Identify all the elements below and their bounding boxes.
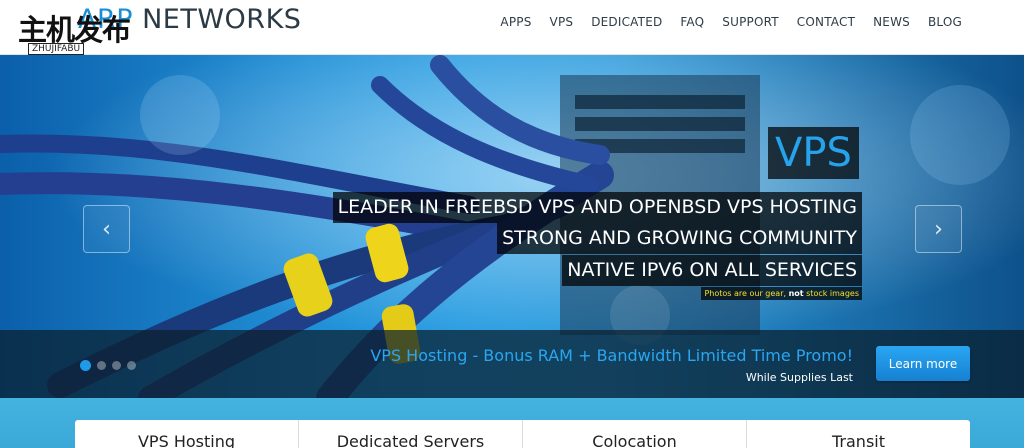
hero-slider: ‹ › VPS LEADER IN FREEBSD VPS AND OPENBS… — [0, 55, 1024, 398]
slider-pagination — [80, 360, 136, 371]
slide-line-2: STRONG AND GROWING COMMUNITY — [497, 223, 862, 254]
chevron-left-icon: ‹ — [102, 216, 111, 242]
nav-apps[interactable]: APPS — [500, 15, 531, 29]
nav-news[interactable]: NEWS — [873, 15, 910, 29]
main-nav: APPS VPS DEDICATED FAQ SUPPORT CONTACT N… — [482, 0, 962, 44]
nav-support[interactable]: SUPPORT — [722, 15, 779, 29]
slide-title: VPS — [768, 127, 859, 179]
nav-dedicated[interactable]: DEDICATED — [591, 15, 662, 29]
logo-text: NETWORKS — [142, 4, 302, 35]
tab-dedicated-servers[interactable]: Dedicated Servers — [299, 420, 523, 448]
slider-next-button[interactable]: › — [915, 205, 962, 253]
slide-line-1: LEADER IN FREEBSD VPS AND OPENBSD VPS HO… — [332, 192, 862, 223]
tab-colocation[interactable]: Colocation — [523, 420, 747, 448]
slide-photo-note: Photos are our gear, not stock images — [701, 287, 862, 300]
slider-dot-2[interactable] — [97, 361, 106, 370]
promo-subtitle: While Supplies Last — [745, 371, 853, 384]
nav-faq[interactable]: FAQ — [680, 15, 704, 29]
services-strip: VPS Hosting Dedicated Servers Colocation… — [0, 398, 1024, 448]
promo-bar: VPS Hosting - Bonus RAM + Bandwidth Limi… — [0, 330, 1024, 398]
note-text-post: stock images — [803, 289, 859, 298]
watermark-chinese: 主机发布 — [18, 13, 131, 47]
note-text-bold: not — [788, 289, 804, 298]
slider-dot-1[interactable] — [80, 360, 91, 371]
nav-blog[interactable]: BLOG — [928, 15, 962, 29]
slider-dot-3[interactable] — [112, 361, 121, 370]
slider-dot-4[interactable] — [127, 361, 136, 370]
slide-line-3: NATIVE IPV6 ON ALL SERVICES — [562, 255, 862, 286]
promo-title-link[interactable]: VPS Hosting - Bonus RAM + Bandwidth Limi… — [370, 346, 853, 365]
chevron-right-icon: › — [934, 216, 943, 242]
nav-contact[interactable]: CONTACT — [797, 15, 855, 29]
learn-more-button[interactable]: Learn more — [876, 346, 970, 381]
nav-vps[interactable]: VPS — [550, 15, 574, 29]
watermark-latin: ZHUJIFABU — [28, 43, 85, 55]
slider-prev-button[interactable]: ‹ — [83, 205, 130, 253]
service-tabs: VPS Hosting Dedicated Servers Colocation… — [75, 420, 970, 448]
watermark-logo: 主机发布 ZHUJIFABU — [18, 14, 142, 56]
note-text-pre: Photos are our gear, — [704, 289, 789, 298]
tab-transit[interactable]: Transit — [747, 420, 970, 448]
site-header: ARP NETWORKS 主机发布 ZHUJIFABU APPS VPS DED… — [0, 0, 1024, 55]
tab-vps-hosting[interactable]: VPS Hosting — [75, 420, 299, 448]
